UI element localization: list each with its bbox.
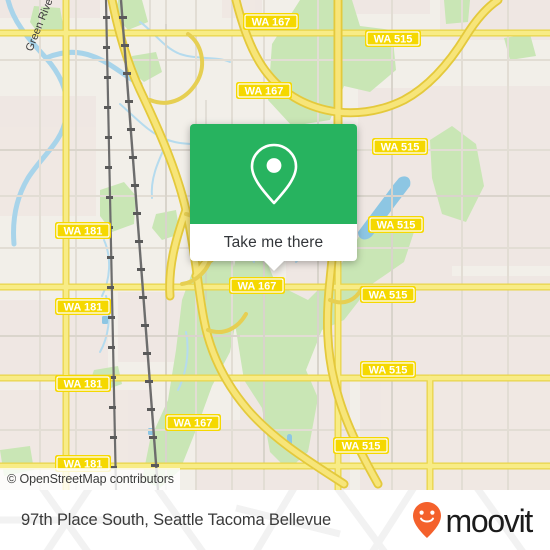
highway-shield-label: WA 515 <box>381 142 420 154</box>
highway-shield: WA 167 <box>229 277 285 294</box>
highway-shield: WA 515 <box>360 361 416 378</box>
highway-shield-label: WA 167 <box>245 86 284 98</box>
highway-shield: WA 515 <box>368 216 424 233</box>
highway-shield: WA 515 <box>372 138 428 155</box>
footer-bar: 97th Place South, Seattle Tacoma Bellevu… <box>0 490 550 550</box>
location-title: 97th Place South, Seattle Tacoma Bellevu… <box>21 510 332 529</box>
highway-shield-label: WA 515 <box>342 441 381 453</box>
callout-pin-area <box>190 124 357 224</box>
highway-shield-label: WA 167 <box>252 17 291 29</box>
take-me-there-label: Take me there <box>223 233 324 251</box>
highway-shield: WA 167 <box>243 13 299 30</box>
highway-shield-label: WA 515 <box>377 220 416 232</box>
highway-shield: WA 167 <box>165 414 221 431</box>
highway-shield-label: WA 515 <box>369 365 408 377</box>
highway-shield: WA 515 <box>365 30 421 47</box>
highway-shield: WA 181 <box>55 222 111 239</box>
highway-shield-label: WA 167 <box>174 418 213 430</box>
highway-shield-label: WA 181 <box>64 379 103 391</box>
destination-callout[interactable]: Take me there <box>190 124 357 271</box>
map-screen: Green Rive WA 167 WA 515 WA 167 WA 515 WA 18… <box>0 0 550 550</box>
highway-shield-label: WA 515 <box>369 290 408 302</box>
highway-shield-label: WA 167 <box>238 281 277 293</box>
highway-shield-label: WA 181 <box>64 302 103 314</box>
highway-shield-label: WA 515 <box>374 34 413 46</box>
highway-shield-label: WA 181 <box>64 226 103 238</box>
moovit-wordmark: moovit <box>445 502 534 539</box>
highway-shield: WA 181 <box>55 375 111 392</box>
moovit-pin-smiley-icon <box>412 502 441 538</box>
highway-shield: WA 515 <box>333 437 389 454</box>
map-pin-icon <box>250 143 297 205</box>
callout-action-bar[interactable]: Take me there <box>190 224 357 271</box>
moovit-brand[interactable]: moovit <box>410 500 534 540</box>
highway-shield: WA 167 <box>236 82 292 99</box>
callout-pointer <box>263 260 285 271</box>
highway-shield: WA 181 <box>55 298 111 315</box>
osm-attribution[interactable]: © OpenStreetMap contributors <box>0 468 180 490</box>
highway-shield: WA 515 <box>360 286 416 303</box>
